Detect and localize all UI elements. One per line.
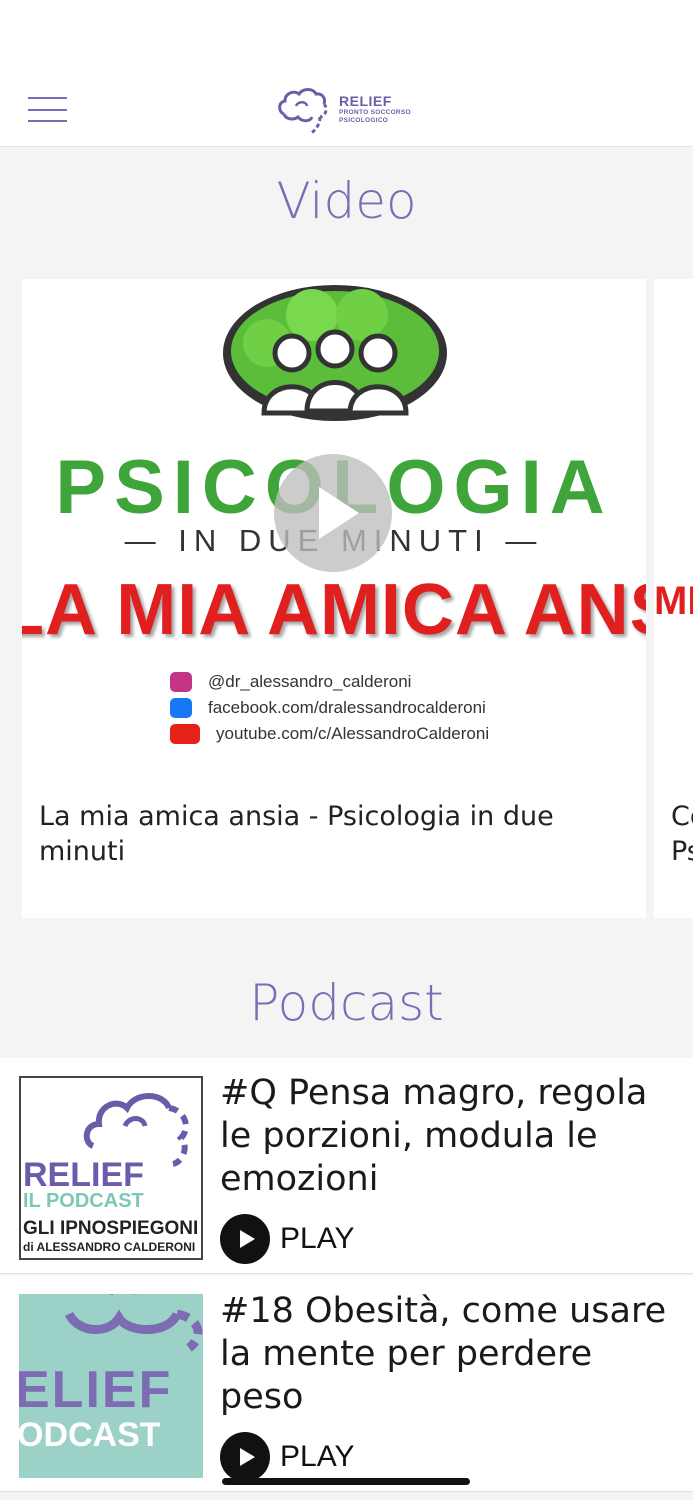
podcast-title[interactable]: #Q Pensa magro, regola le porzioni, modu… xyxy=(220,1072,670,1201)
youtube-icon xyxy=(170,724,200,744)
video-thumbnail[interactable]: PSICOLOGIA — IN DUE MINUTI — LA MIA AMIC… xyxy=(22,279,646,749)
cover-podcast-text: IL PODCAST xyxy=(23,1190,144,1212)
next-video-caption[interactable]: Co Ps xyxy=(671,799,693,869)
podcast-play-button[interactable]: PLAY xyxy=(220,1432,355,1482)
cover-author-text: di ALESSANDRO CALDERONI xyxy=(23,1240,196,1254)
video-play-button[interactable] xyxy=(274,454,392,572)
thumbnail-social-links: @dr_alessandro_calderoni facebook.com/dr… xyxy=(170,669,489,747)
home-indicator[interactable] xyxy=(222,1478,470,1485)
podcast-title[interactable]: #18 Obesità, come usare la mente per per… xyxy=(220,1290,670,1419)
people-tree-logo-icon xyxy=(223,285,447,421)
facebook-icon xyxy=(170,698,192,718)
social-instagram: @dr_alessandro_calderoni xyxy=(170,669,489,695)
youtube-handle: youtube.com/c/AlessandroCalderoni xyxy=(216,724,490,743)
brain-logo-icon xyxy=(278,88,328,136)
thumbnail-headline: LA MIA AMICA ANSIA xyxy=(22,570,646,650)
instagram-icon xyxy=(170,672,192,692)
hamburger-menu-icon[interactable] xyxy=(28,97,68,123)
social-youtube: youtube.com/c/AlessandroCalderoni xyxy=(170,721,489,747)
cover-relief-text: ELIEF xyxy=(19,1361,173,1419)
logo-title: RELIEF xyxy=(339,93,392,109)
video-card-next[interactable]: ME Co Ps xyxy=(654,279,693,918)
logo-subtitle-2: PSICOLOGICO xyxy=(339,117,389,124)
social-facebook: facebook.com/dralessandrocalderoni xyxy=(170,695,489,721)
play-label[interactable]: PLAY xyxy=(280,1440,355,1474)
podcast-cover[interactable]: ELIEF ODCAST xyxy=(19,1294,203,1478)
brain-cover-icon xyxy=(64,1294,203,1352)
video-section-title: Video xyxy=(276,172,417,230)
facebook-handle: facebook.com/dralessandrocalderoni xyxy=(208,698,486,717)
play-icon[interactable] xyxy=(220,1432,270,1482)
play-icon[interactable] xyxy=(220,1214,270,1264)
play-label[interactable]: PLAY xyxy=(280,1222,355,1256)
video-card[interactable]: PSICOLOGIA — IN DUE MINUTI — LA MIA AMIC… xyxy=(22,279,646,918)
instagram-handle: @dr_alessandro_calderoni xyxy=(208,672,412,691)
relief-logo[interactable]: RELIEF PRONTO SOCCORSO PSICOLOGICO xyxy=(276,84,426,138)
podcast-play-button[interactable]: PLAY xyxy=(220,1214,355,1264)
cover-podcast-text: ODCAST xyxy=(19,1416,161,1454)
logo-text: RELIEF PRONTO SOCCORSO PSICOLOGICO xyxy=(339,93,411,125)
podcast-cover[interactable]: RELIEF IL PODCAST GLI IPNOSPIEGONI di AL… xyxy=(19,1076,203,1260)
logo-subtitle-1: PRONTO SOCCORSO xyxy=(339,109,411,116)
podcast-list-item[interactable]: RELIEF IL PODCAST GLI IPNOSPIEGONI di AL… xyxy=(0,1058,693,1274)
podcast-section-title: Podcast xyxy=(249,974,444,1032)
video-caption[interactable]: La mia amica ansia - Psicologia in due m… xyxy=(39,799,559,869)
app-header: RELIEF PRONTO SOCCORSO PSICOLOGICO xyxy=(0,0,693,147)
cover-ipnospiegoni-text: GLI IPNOSPIEGONI xyxy=(23,1218,199,1239)
podcast-list-item[interactable]: ELIEF ODCAST #18 Obesità, come usare la … xyxy=(0,1276,693,1492)
next-thumbnail-headline: ME xyxy=(654,579,693,623)
